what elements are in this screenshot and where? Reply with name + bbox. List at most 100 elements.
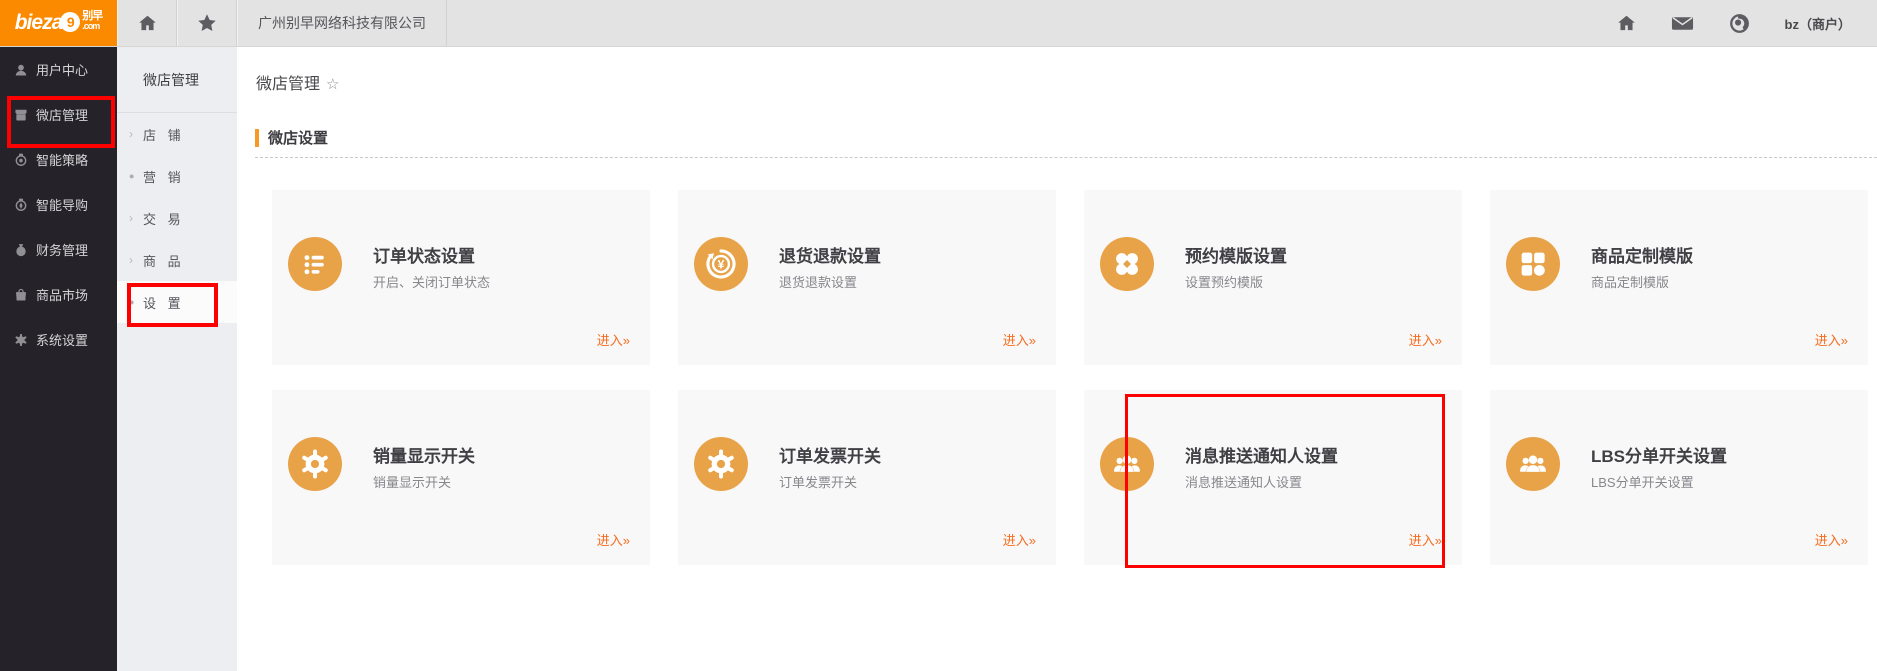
page-title: 微店管理☆	[256, 70, 339, 94]
card-refund[interactable]: ¥ 退货退款设置 退货退款设置 进入»	[678, 190, 1056, 365]
card-description: 开启、关闭订单状态	[373, 272, 490, 291]
submenu-item-label: 交 易	[143, 209, 185, 228]
guide-icon	[14, 198, 28, 212]
card-push-notify[interactable]: 消息推送通知人设置 消息推送通知人设置 进入»	[1084, 390, 1462, 565]
sidebar-item-strategy[interactable]: 智能策略	[0, 137, 117, 182]
user-icon	[14, 63, 28, 77]
card-description: 设置预约模版	[1185, 272, 1263, 291]
card-title: LBS分单开关设置	[1591, 442, 1727, 467]
sidebar-item-user-center[interactable]: 用户中心	[0, 47, 117, 92]
submenu-item-label: 营 销	[143, 167, 185, 186]
sidebar-item-label: 商品市场	[36, 285, 88, 304]
enter-link[interactable]: 进入»	[1409, 530, 1442, 549]
main-content: 微店管理☆ 微店设置 订单状态设置 开启、关闭订单状态 进入» ¥ 退货退款设置…	[237, 47, 1877, 671]
chevron-right-icon: ›	[129, 253, 143, 267]
submenu-item-label: 设 置	[143, 293, 185, 312]
gear-icon	[14, 333, 28, 347]
card-description: 销量显示开关	[373, 472, 451, 491]
mail-icon[interactable]	[1671, 12, 1694, 35]
card-title: 预约模版设置	[1185, 242, 1287, 267]
grid-icon	[1506, 237, 1560, 291]
sidebar-item-market[interactable]: 商品市场	[0, 272, 117, 317]
settings-card-grid: 订单状态设置 开启、关闭订单状态 进入» ¥ 退货退款设置 退货退款设置 进入»…	[272, 190, 1868, 565]
sidebar-item-label: 智能导购	[36, 195, 88, 214]
submenu-title: 微店管理	[117, 47, 237, 113]
card-description: 商品定制模版	[1591, 272, 1669, 291]
star-icon	[196, 12, 218, 34]
sidebar-item-label: 微店管理	[36, 105, 88, 124]
card-title: 退货退款设置	[779, 242, 881, 267]
sidebar-item-system[interactable]: 系统设置	[0, 317, 117, 362]
svg-text:¥: ¥	[718, 257, 725, 271]
secondary-sidebar: 微店管理 › 店 铺 ● 营 销 › 交 易 › 商 品 ● 设 置	[117, 47, 237, 671]
card-description: 消息推送通知人设置	[1185, 472, 1302, 491]
user-badge[interactable]: bz（商户）	[1785, 14, 1851, 33]
card-order-status[interactable]: 订单状态设置 开启、关闭订单状态 进入»	[272, 190, 650, 365]
bullet-icon: ●	[129, 297, 143, 307]
sidebar-item-label: 财务管理	[36, 240, 88, 259]
card-description: 订单发票开关	[779, 472, 857, 491]
section-title: 微店设置	[268, 127, 328, 148]
sidebar-item-guide[interactable]: 智能导购	[0, 182, 117, 227]
section-header: 微店设置	[255, 127, 328, 148]
card-title: 订单发票开关	[779, 442, 881, 467]
card-description: LBS分单开关设置	[1591, 472, 1694, 491]
section-divider	[255, 157, 1877, 158]
enter-link[interactable]: 进入»	[1003, 530, 1036, 549]
sidebar-item-label: 智能策略	[36, 150, 88, 169]
submenu-item-label: 店 铺	[143, 125, 185, 144]
submenu-item-trade[interactable]: › 交 易	[117, 197, 237, 239]
brand-logo[interactable]: bieza9别早.com	[0, 0, 117, 46]
submenu-item-goods[interactable]: › 商 品	[117, 239, 237, 281]
card-title: 订单状态设置	[373, 242, 475, 267]
favorites-shortcut[interactable]	[177, 0, 237, 46]
enter-link[interactable]: 进入»	[1815, 530, 1848, 549]
enter-link[interactable]: 进入»	[597, 330, 630, 349]
finance-icon	[14, 243, 28, 257]
list-icon	[288, 237, 342, 291]
avatar-icon[interactable]	[1728, 12, 1751, 35]
card-title: 商品定制模版	[1591, 242, 1693, 267]
chevron-right-icon: ›	[129, 127, 143, 141]
brand-logo-badge: 9	[60, 12, 80, 32]
enter-link[interactable]: 进入»	[597, 530, 630, 549]
card-title: 销量显示开关	[373, 442, 475, 467]
card-sales-display[interactable]: 销量显示开关 销量显示开关 进入»	[272, 390, 650, 565]
submenu-item-label: 商 品	[143, 251, 185, 270]
enter-link[interactable]: 进入»	[1409, 330, 1442, 349]
company-name: 广州别早网络科技有限公司	[237, 0, 447, 46]
strategy-icon	[14, 153, 28, 167]
refund-icon: ¥	[694, 237, 748, 291]
sidebar-item-label: 用户中心	[36, 60, 88, 79]
primary-sidebar: 用户中心 微店管理 智能策略 智能导购 财务管理 商品市场 系统设置	[0, 47, 117, 671]
sidebar-item-finance[interactable]: 财务管理	[0, 227, 117, 272]
enter-link[interactable]: 进入»	[1003, 330, 1036, 349]
gear-icon	[694, 437, 748, 491]
shop-icon	[14, 108, 28, 122]
card-custom-template[interactable]: 商品定制模版 商品定制模版 进入»	[1490, 190, 1868, 365]
submenu-item-marketing[interactable]: ● 营 销	[117, 155, 237, 197]
card-booking-template[interactable]: 预约模版设置 设置预约模版 进入»	[1084, 190, 1462, 365]
section-accent-bar	[255, 129, 259, 147]
favorite-star-icon[interactable]: ☆	[326, 76, 339, 93]
home-icon	[137, 13, 158, 34]
home-shortcut[interactable]	[117, 0, 177, 46]
submenu-item-settings[interactable]: ● 设 置	[117, 281, 237, 323]
people-icon	[1100, 437, 1154, 491]
clover-icon	[1100, 237, 1154, 291]
sidebar-item-label: 系统设置	[36, 330, 88, 349]
brand-logo-text: bieza9别早.com	[15, 11, 103, 35]
market-icon	[14, 288, 28, 302]
bullet-icon: ●	[129, 171, 143, 181]
card-lbs-switch[interactable]: LBS分单开关设置 LBS分单开关设置 进入»	[1490, 390, 1868, 565]
enter-link[interactable]: 进入»	[1815, 330, 1848, 349]
sidebar-item-weidian[interactable]: 微店管理	[0, 92, 117, 137]
chevron-right-icon: ›	[129, 211, 143, 225]
submenu-item-shop[interactable]: › 店 铺	[117, 113, 237, 155]
people-icon	[1506, 437, 1560, 491]
card-description: 退货退款设置	[779, 272, 857, 291]
card-title: 消息推送通知人设置	[1185, 442, 1338, 467]
card-invoice-switch[interactable]: 订单发票开关 订单发票开关 进入»	[678, 390, 1056, 565]
topbar: bieza9别早.com 广州别早网络科技有限公司 bz（商户）	[0, 0, 1877, 47]
home-icon[interactable]	[1616, 13, 1637, 34]
